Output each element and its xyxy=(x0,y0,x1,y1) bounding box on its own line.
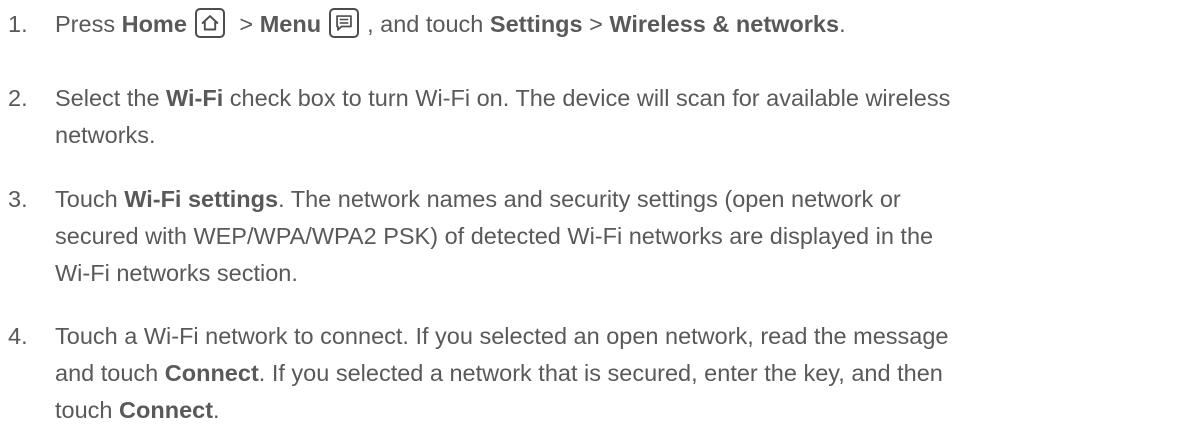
step-text: Press Home > Menu, and touch Settings > … xyxy=(55,6,1165,43)
step-text-segment: Touch xyxy=(55,186,125,212)
menu-icon xyxy=(329,7,360,38)
step-text: Touch Wi-Fi settings. The network names … xyxy=(55,181,1165,292)
step-text-segment: , and touch xyxy=(367,11,490,37)
bold-term-connect: Connect xyxy=(119,397,214,423)
bold-term-settings: Settings xyxy=(489,11,583,37)
home-icon xyxy=(194,7,225,38)
step-number: 3. xyxy=(8,186,28,212)
step-number: 1. xyxy=(8,11,28,37)
step-number: 2. xyxy=(8,85,28,111)
step-text-segment: and touch xyxy=(55,360,165,386)
step-text-segment: . xyxy=(213,397,220,423)
step-text-segment: . The network names and security setting… xyxy=(278,186,901,212)
step-text: Touch a Wi-Fi network to connect. If you… xyxy=(55,318,1165,429)
step-text-segment: Press xyxy=(55,11,122,37)
step-text-segment: Touch a Wi-Fi network to connect. If you… xyxy=(55,323,949,349)
step-text: Select the Wi-Fi check box to turn Wi-Fi… xyxy=(55,80,1165,154)
bold-term-wifi: Wi-Fi xyxy=(166,85,224,111)
step-text-segment: Select the xyxy=(55,85,167,111)
step-text-segment: > xyxy=(582,11,610,37)
step-text-segment: . xyxy=(839,11,846,37)
step-text-segment: . If you selected a network that is secu… xyxy=(258,360,943,386)
bold-term-connect: Connect xyxy=(164,360,259,386)
bold-term-home: Home xyxy=(121,11,187,37)
step-text-segment: check box to turn Wi-Fi on. The device w… xyxy=(223,85,951,111)
bold-term-wireless-networks: Wireless & networks xyxy=(609,11,840,37)
step-text-segment: Wi-Fi networks section. xyxy=(55,260,298,286)
step-text-segment: secured with WEP/WPA/WPA2 PSK) of detect… xyxy=(55,223,934,249)
step-text-segment: > xyxy=(232,11,260,37)
step-text-segment: networks. xyxy=(55,122,156,148)
bold-term-wifi-settings: Wi-Fi settings xyxy=(124,186,279,212)
step-number: 4. xyxy=(8,323,28,349)
step-text-segment: touch xyxy=(55,397,120,423)
bold-term-menu: Menu xyxy=(259,11,322,37)
